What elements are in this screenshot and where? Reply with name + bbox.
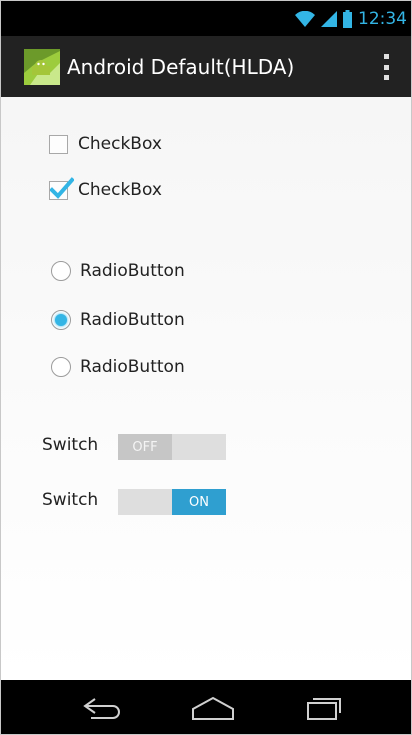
app-title: Android Default(HLDA) <box>67 54 295 79</box>
checkbox-row-2[interactable]: CheckBox <box>49 176 162 200</box>
switch-off[interactable]: OFF <box>118 434 226 460</box>
radio-row-1[interactable]: RadioButton <box>49 261 185 281</box>
checkmark-icon <box>50 176 74 199</box>
navigation-bar <box>1 680 411 734</box>
radio-circle[interactable] <box>51 357 71 377</box>
recent-apps-icon[interactable] <box>294 693 354 723</box>
switch-on[interactable]: ON <box>118 489 226 515</box>
radio-circle-checked[interactable] <box>51 310 71 330</box>
radio-dot <box>55 314 67 326</box>
radio-circle[interactable] <box>51 261 71 281</box>
android-app-icon <box>24 48 60 85</box>
radio-label: RadioButton <box>80 357 185 377</box>
status-time: 12:34 <box>358 8 407 29</box>
device-screen: 12:34 Android Default(HLDA) CheckBox Che… <box>0 0 412 735</box>
back-icon[interactable] <box>73 693 133 723</box>
checkbox-label: CheckBox <box>78 180 162 200</box>
switch-label: Switch <box>42 435 99 455</box>
switch-thumb[interactable]: OFF <box>118 434 172 460</box>
radio-label: RadioButton <box>80 310 185 330</box>
wifi-icon <box>295 10 315 27</box>
content-area: CheckBox CheckBox RadioButton RadioButto… <box>1 97 411 680</box>
battery-icon <box>343 9 352 28</box>
switch-row-2: Switch ON <box>42 489 226 515</box>
switch-row-1: Switch OFF <box>42 434 226 460</box>
signal-icon <box>321 10 337 27</box>
checkbox-box[interactable] <box>49 134 68 154</box>
checkbox-row-1[interactable]: CheckBox <box>49 134 162 154</box>
radio-row-2[interactable]: RadioButton <box>49 310 185 330</box>
checkbox-box-checked[interactable] <box>49 176 74 200</box>
checkbox-label: CheckBox <box>78 134 162 154</box>
status-bar: 12:34 <box>1 1 411 36</box>
home-icon[interactable] <box>183 693 243 723</box>
radio-label: RadioButton <box>80 261 185 281</box>
radio-row-3[interactable]: RadioButton <box>49 357 185 377</box>
action-bar: Android Default(HLDA) <box>1 36 411 97</box>
switch-label: Switch <box>42 490 99 510</box>
overflow-menu-icon[interactable] <box>379 51 393 83</box>
switch-thumb[interactable]: ON <box>172 489 226 515</box>
